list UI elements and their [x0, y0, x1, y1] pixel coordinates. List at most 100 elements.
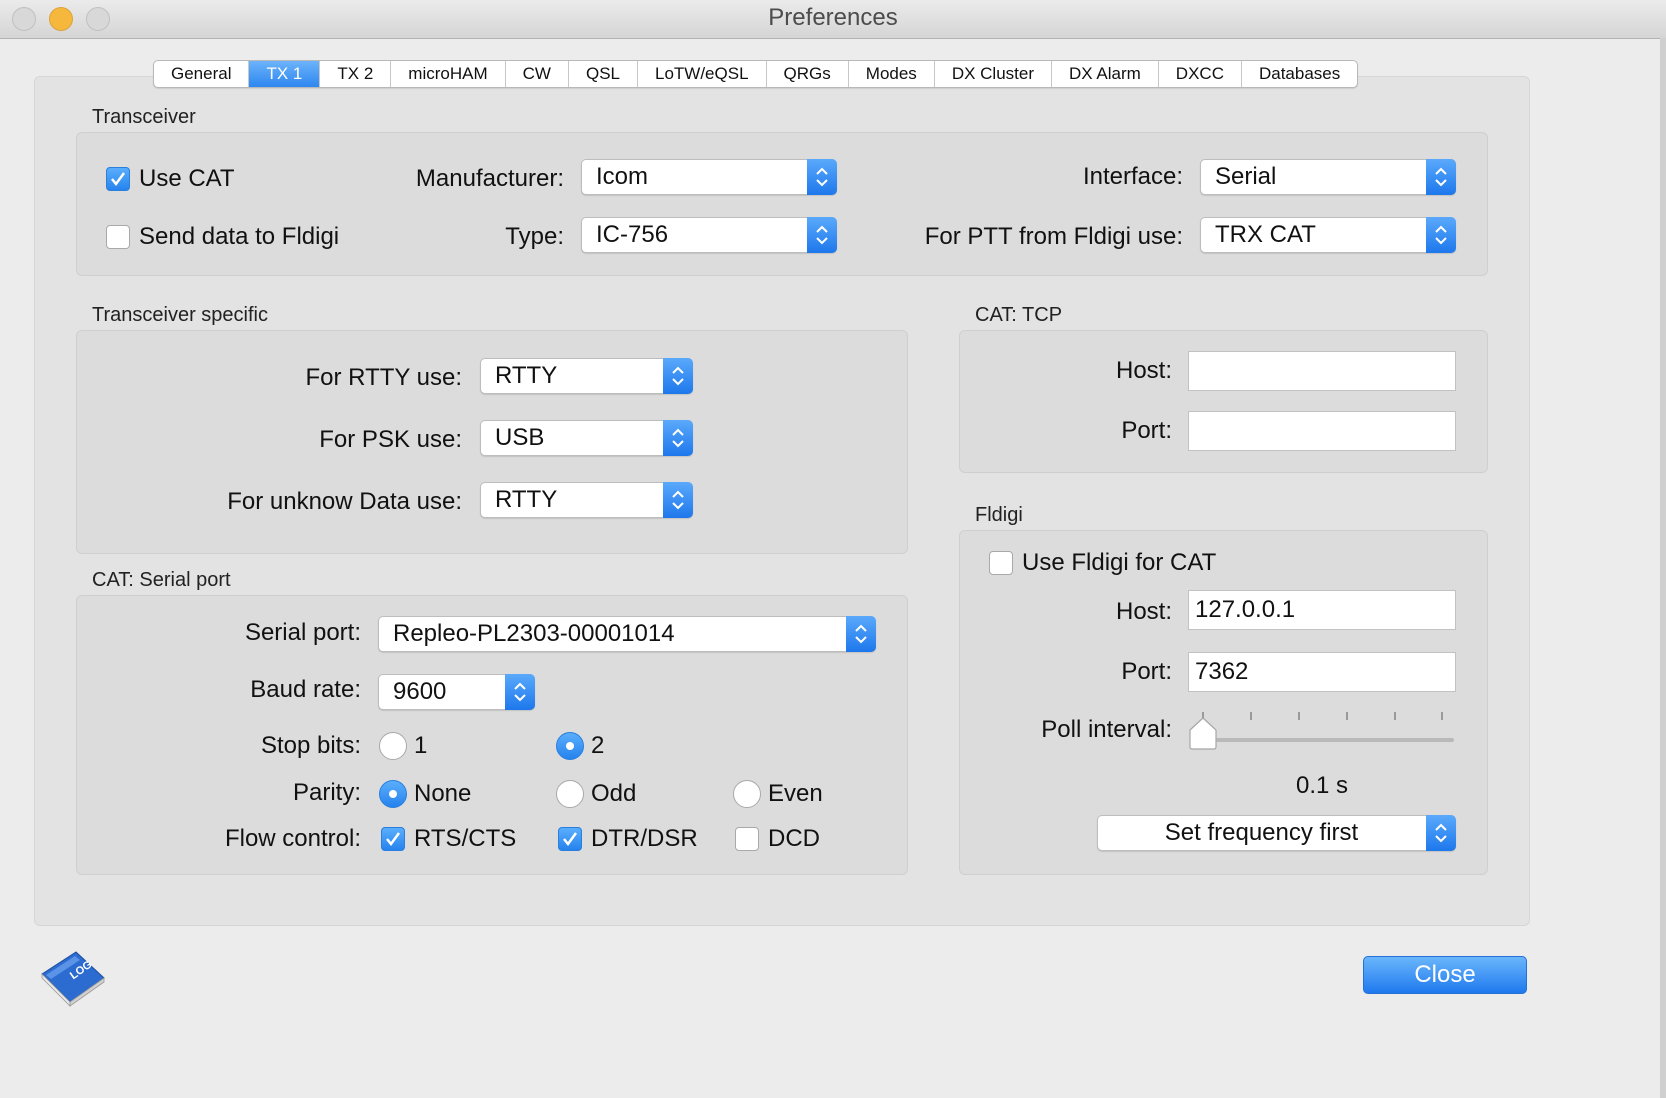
title-bar: Preferences: [0, 0, 1666, 39]
serial-port-popup[interactable]: Repleo-PL2303-00001014: [378, 616, 876, 652]
tcp-port-field[interactable]: [1188, 411, 1456, 451]
chevron-updown-icon: [663, 482, 693, 518]
cat-tcp-group-label: CAT: TCP: [975, 304, 1063, 326]
interface-popup[interactable]: Serial: [1200, 159, 1456, 195]
chevron-updown-icon: [807, 159, 837, 195]
tab-bar: General TX 1 TX 2 microHAM CW QSL LoTW/eQSL QRG…: [153, 60, 1359, 88]
tab-tx-2[interactable]: TX 2: [320, 61, 392, 87]
psk-label: For PSK use:: [319, 426, 462, 453]
transceiver-group-label: Transceiver: [92, 106, 196, 128]
manufacturer-label: Manufacturer:: [415, 165, 564, 192]
parity-even-label: Even: [768, 780, 823, 807]
tab-dx-cluster[interactable]: DX Cluster: [935, 61, 1052, 87]
stop-bits-1-label: 1: [414, 732, 428, 759]
poll-interval-slider-knob[interactable]: [1188, 716, 1218, 750]
parity-even-radio[interactable]: [733, 780, 761, 808]
flow-rts-checkbox[interactable]: [381, 827, 405, 851]
slider-tick: [1250, 712, 1252, 720]
baud-rate-popup[interactable]: 9600: [378, 674, 535, 710]
baud-rate-value: 9600: [393, 678, 447, 705]
psk-value: USB: [495, 424, 545, 451]
interface-label: Interface:: [1082, 163, 1183, 190]
fldigi-port-field[interactable]: 7362: [1188, 652, 1456, 692]
chevron-updown-icon: [663, 358, 693, 394]
parity-none-label: None: [414, 780, 472, 807]
checkmark-icon: [563, 832, 578, 847]
stop-bits-2-radio[interactable]: [556, 732, 584, 760]
tab-general[interactable]: General: [154, 61, 250, 87]
send-fldigi-label: Send data to Fldigi: [139, 223, 340, 250]
parity-odd-radio[interactable]: [556, 780, 584, 808]
manufacturer-value: Icom: [596, 163, 649, 190]
use-fldigi-label: Use Fldigi for CAT: [1022, 549, 1217, 576]
parity-none-radio[interactable]: [379, 780, 407, 808]
ptt-popup[interactable]: TRX CAT: [1200, 217, 1456, 253]
flow-dcd-checkbox[interactable]: [735, 827, 759, 851]
flow-dtr-label: DTR/DSR: [591, 825, 698, 852]
fldigi-group-label: Fldigi: [975, 504, 1023, 526]
tab-lotw-eqsl[interactable]: LoTW/eQSL: [638, 61, 767, 87]
chevron-updown-icon: [663, 420, 693, 456]
chevron-updown-icon: [1426, 815, 1456, 851]
chevron-updown-icon: [846, 616, 876, 652]
poll-interval-label: Poll interval:: [1041, 716, 1172, 743]
use-cat-checkbox[interactable]: [106, 167, 130, 191]
tab-databases[interactable]: Databases: [1242, 61, 1357, 87]
tab-microham[interactable]: microHAM: [391, 61, 506, 87]
slider-tick: [1394, 712, 1396, 720]
rtty-value: RTTY: [495, 362, 558, 389]
poll-interval-value: 0.1 s: [1295, 772, 1349, 799]
stop-bits-1-radio[interactable]: [379, 732, 407, 760]
stop-bits-2-label: 2: [591, 732, 605, 759]
parity-odd-label: Odd: [591, 780, 637, 807]
send-fldigi-checkbox[interactable]: [106, 225, 130, 249]
tab-modes[interactable]: Modes: [849, 61, 935, 87]
tab-tx-1[interactable]: TX 1: [249, 61, 321, 87]
flow-dcd-label: DCD: [768, 825, 820, 852]
unknown-data-label: For unknow Data use:: [227, 488, 462, 515]
window-title: Preferences: [768, 4, 898, 31]
ptt-label: For PTT from Fldigi use:: [924, 223, 1183, 250]
chevron-updown-icon: [807, 217, 837, 253]
chevron-updown-icon: [1426, 159, 1456, 195]
unknown-data-popup[interactable]: RTTY: [480, 482, 693, 518]
transceiver-box: [76, 132, 1488, 276]
manufacturer-popup[interactable]: Icom: [581, 159, 837, 195]
chevron-updown-icon: [1426, 217, 1456, 253]
flow-control-label: Flow control:: [224, 825, 361, 852]
flow-dtr-checkbox[interactable]: [558, 827, 582, 851]
type-value: IC-756: [596, 221, 669, 248]
poll-interval-track[interactable]: [1190, 738, 1454, 742]
fldigi-host-field[interactable]: 127.0.0.1: [1188, 590, 1456, 630]
fldigi-mode-popup[interactable]: Set frequency first: [1097, 815, 1456, 851]
rtty-label: For RTTY use:: [305, 364, 463, 391]
slider-tick: [1441, 712, 1443, 720]
parity-label: Parity:: [292, 779, 361, 806]
slider-tick: [1298, 712, 1300, 720]
psk-popup[interactable]: USB: [480, 420, 693, 456]
tcp-host-field[interactable]: [1188, 351, 1456, 391]
baud-rate-label: Baud rate:: [250, 676, 361, 703]
tab-qsl[interactable]: QSL: [569, 61, 638, 87]
serial-port-value: Repleo-PL2303-00001014: [393, 620, 675, 647]
serial-port-label: Serial port:: [244, 619, 361, 646]
tcp-host-label: Host:: [1115, 357, 1172, 384]
fldigi-port-label: Port:: [1121, 658, 1172, 685]
rtty-popup[interactable]: RTTY: [480, 358, 693, 394]
tab-dxcc[interactable]: DXCC: [1159, 61, 1242, 87]
slider-tick: [1346, 712, 1348, 720]
ptt-value: TRX CAT: [1215, 221, 1316, 248]
unknown-data-value: RTTY: [495, 486, 558, 513]
tab-cw[interactable]: CW: [506, 61, 569, 87]
fldigi-mode-value: Set frequency first: [1164, 819, 1359, 846]
fldigi-host-label: Host:: [1115, 598, 1172, 625]
tab-dx-alarm[interactable]: DX Alarm: [1052, 61, 1159, 87]
tcp-port-label: Port:: [1121, 417, 1172, 444]
tab-qrgs[interactable]: QRGs: [767, 61, 849, 87]
log-book-icon: LOG: [41, 951, 105, 1007]
close-button[interactable]: Close: [1363, 956, 1527, 994]
use-fldigi-checkbox[interactable]: [989, 551, 1013, 575]
flow-rts-label: RTS/CTS: [414, 825, 517, 852]
transceiver-specific-group-label: Transceiver specific: [92, 304, 268, 326]
type-popup[interactable]: IC-756: [581, 217, 837, 253]
